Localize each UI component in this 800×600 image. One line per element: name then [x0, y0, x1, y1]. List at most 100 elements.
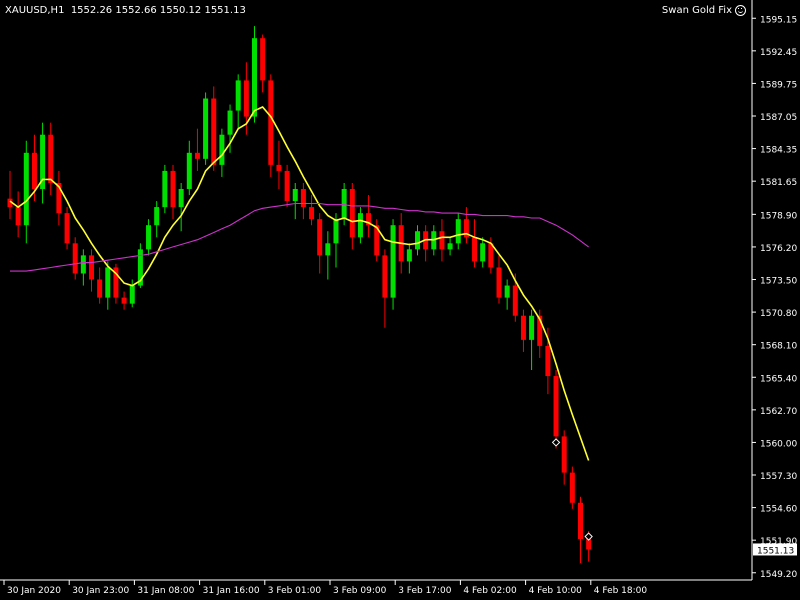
- bear-candle-body[interactable]: [300, 189, 306, 208]
- price-tick-label: 1565.40: [760, 374, 797, 384]
- fast-moving-average-line[interactable]: [9, 106, 590, 461]
- bull-candle-body[interactable]: [219, 134, 225, 165]
- time-tick-label: 30 Jan 23:00: [72, 586, 129, 596]
- bear-candle-body[interactable]: [317, 219, 323, 256]
- current-price-label: 1551.13: [757, 546, 794, 556]
- open-price: 1552.26: [70, 5, 113, 16]
- bear-candle-body[interactable]: [211, 98, 217, 165]
- bull-candle-body[interactable]: [146, 225, 152, 250]
- price-tick-label: 1562.70: [760, 407, 797, 417]
- close-price: 1551.13: [204, 5, 246, 16]
- price-chart[interactable]: 1595.15 1592.45 1589.75 1587.05 1584.35 1581.…: [0, 0, 800, 600]
- price-tick-label: 1592.45: [760, 48, 797, 58]
- bear-candle-body[interactable]: [243, 80, 249, 117]
- bull-candle-body[interactable]: [529, 315, 535, 340]
- bull-candle-body[interactable]: [341, 189, 347, 220]
- bull-candle-body[interactable]: [23, 152, 29, 226]
- bear-candle-body[interactable]: [553, 376, 559, 437]
- bull-candle-body[interactable]: [447, 243, 453, 250]
- bear-candle-body[interactable]: [512, 285, 518, 316]
- bull-candle-body[interactable]: [252, 38, 257, 117]
- price-tick-label: 1568.10: [760, 342, 797, 352]
- bear-candle-body[interactable]: [97, 279, 103, 298]
- expert-name: Swan Gold Fix: [661, 5, 732, 16]
- price-tick-label: 1587.05: [760, 113, 797, 123]
- bull-candle-body[interactable]: [203, 98, 209, 159]
- bull-candle-body[interactable]: [227, 110, 233, 135]
- bull-candle-body[interactable]: [357, 213, 363, 238]
- bear-candle-body[interactable]: [488, 243, 494, 268]
- bull-candle-body[interactable]: [333, 219, 339, 244]
- bull-candle-body[interactable]: [105, 267, 111, 298]
- bear-candle-body[interactable]: [578, 502, 583, 539]
- price-tick-label: 1595.15: [760, 15, 797, 25]
- price-tick-label: 1578.90: [760, 211, 797, 221]
- bull-candle-body[interactable]: [390, 225, 396, 298]
- bull-candle-body[interactable]: [406, 249, 412, 262]
- trade-marker[interactable]: [551, 438, 561, 447]
- bear-candle-body[interactable]: [64, 213, 70, 244]
- time-tick-label: 4 Feb 02:00: [463, 586, 517, 596]
- bear-candle-body[interactable]: [72, 243, 78, 274]
- price-tick-label: 1576.20: [760, 244, 797, 254]
- price-tick-label: 1584.35: [760, 146, 797, 156]
- time-tick-label: 4 Feb 18:00: [594, 586, 648, 596]
- bear-candle-body[interactable]: [268, 80, 274, 165]
- bear-candle-body[interactable]: [439, 231, 445, 250]
- bear-candle-body[interactable]: [121, 297, 127, 304]
- bear-candle-body[interactable]: [349, 189, 355, 238]
- time-tick-label: 30 Jan 2020: [7, 586, 61, 596]
- bear-candle-body[interactable]: [284, 170, 290, 202]
- bear-candle-body[interactable]: [382, 255, 388, 298]
- bull-candle-body[interactable]: [292, 189, 298, 202]
- bull-candle-body[interactable]: [235, 80, 241, 111]
- price-tick-label: 1570.80: [760, 309, 797, 319]
- bull-candle-body[interactable]: [186, 152, 192, 190]
- bull-candle-body[interactable]: [504, 285, 510, 298]
- bull-candle-body[interactable]: [325, 243, 331, 256]
- bear-candle-body[interactable]: [194, 152, 200, 159]
- smiley-face-icon: [735, 5, 746, 16]
- time-tick-label: 3 Feb 17:00: [398, 586, 452, 596]
- bear-candle-body[interactable]: [561, 436, 567, 473]
- bear-candle-body[interactable]: [569, 472, 575, 503]
- expert-advisor-label[interactable]: Swan Gold Fix: [662, 5, 746, 16]
- high-price: 1552.66: [115, 5, 157, 16]
- slow-moving-average-line[interactable]: [10, 202, 589, 272]
- bull-candle-body[interactable]: [455, 219, 461, 244]
- symbol-label: XAUUSD,H1: [5, 5, 65, 16]
- time-tick-label: 3 Feb 01:00: [268, 586, 322, 596]
- chart-header: XAUUSD,H1 1552.26 1552.66 1550.12 1551.1…: [5, 5, 246, 16]
- price-tick-label: 1573.50: [760, 277, 797, 287]
- price-tick-label: 1554.60: [760, 505, 797, 515]
- bull-candle-body[interactable]: [80, 255, 86, 274]
- bear-candle-body[interactable]: [31, 152, 37, 190]
- bull-candle-body[interactable]: [480, 243, 486, 262]
- bull-candle-body[interactable]: [415, 231, 420, 250]
- bull-candle-body[interactable]: [154, 207, 160, 226]
- bear-candle-body[interactable]: [472, 237, 478, 262]
- time-tick-label: 4 Feb 10:00: [529, 586, 583, 596]
- bear-candle-body[interactable]: [545, 345, 551, 377]
- bull-candle-body[interactable]: [162, 170, 168, 208]
- low-price: 1550.12: [159, 5, 202, 16]
- bear-candle-body[interactable]: [48, 134, 54, 183]
- time-tick-label: 31 Jan 16:00: [203, 586, 260, 596]
- bear-candle-body[interactable]: [276, 164, 282, 171]
- bear-candle-body[interactable]: [260, 38, 266, 81]
- bear-candle-body[interactable]: [170, 170, 176, 208]
- time-tick-label: 3 Feb 09:00: [333, 586, 387, 596]
- price-tick-label: 1557.30: [760, 472, 797, 482]
- bear-candle-body[interactable]: [89, 255, 94, 280]
- bull-candle-body[interactable]: [129, 285, 135, 304]
- price-tick-label: 1589.75: [760, 80, 797, 90]
- bear-candle-body[interactable]: [15, 207, 21, 226]
- bear-candle-body[interactable]: [520, 315, 526, 340]
- bear-candle-body[interactable]: [496, 267, 502, 298]
- price-tick-label: 1549.20: [760, 570, 797, 580]
- price-tick-label: 1560.00: [760, 439, 797, 449]
- bull-candle-body[interactable]: [178, 189, 184, 208]
- price-tick-label: 1581.65: [760, 178, 797, 188]
- time-tick-label: 31 Jan 08:00: [137, 586, 194, 596]
- bear-candle-body[interactable]: [309, 207, 315, 220]
